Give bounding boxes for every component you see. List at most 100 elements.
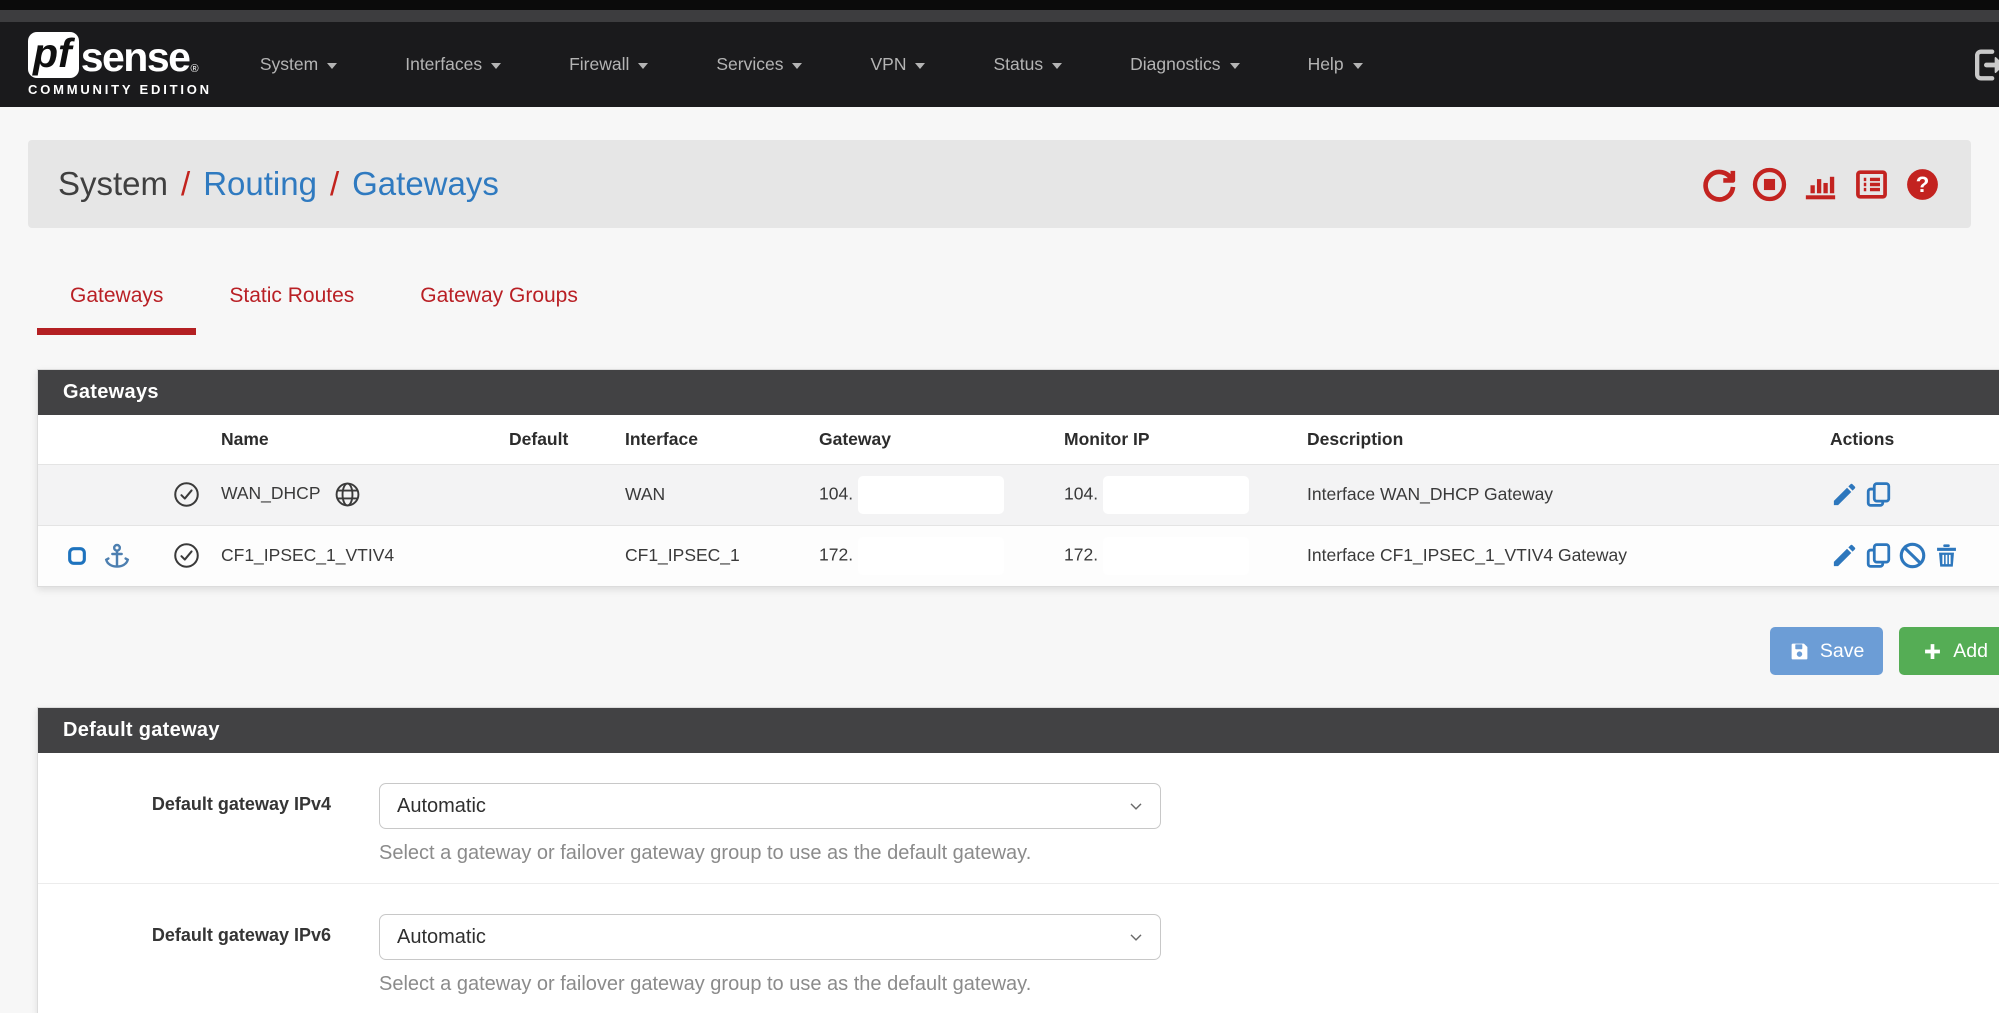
col-monitor-ip: Monitor IP bbox=[1052, 415, 1295, 464]
default-cell bbox=[497, 464, 613, 525]
chevron-down-icon bbox=[792, 63, 802, 69]
chevron-down-icon bbox=[1126, 796, 1146, 816]
col-actions: Actions bbox=[1818, 415, 1999, 464]
gateway-cell: 104. bbox=[807, 464, 1052, 525]
top-strip bbox=[0, 0, 1999, 10]
table-header-row: Name Default Interface Gateway Monitor I… bbox=[38, 415, 1999, 464]
nav-item-system[interactable]: System bbox=[226, 54, 371, 75]
default-gateway-panel-title: Default gateway bbox=[38, 708, 1999, 753]
plus-icon bbox=[1922, 641, 1943, 662]
breadcrumb-bar: System / Routing / Gateways bbox=[28, 140, 1971, 228]
gateways-panel: Gateways Name Default Interface Gateway … bbox=[37, 369, 1999, 587]
default-gateway-ipv4-select[interactable]: Automatic bbox=[379, 783, 1161, 829]
col-gateway: Gateway bbox=[807, 415, 1052, 464]
nav-item-firewall[interactable]: Firewall bbox=[535, 54, 682, 75]
logo-sense: sense bbox=[81, 37, 190, 78]
button-row: Save Add bbox=[0, 627, 1999, 675]
breadcrumb-separator: / bbox=[317, 165, 352, 203]
row-actions bbox=[1830, 541, 1999, 570]
copy-icon[interactable] bbox=[1864, 541, 1893, 570]
check-circle-icon bbox=[173, 542, 200, 569]
form-row-ipv4: Default gateway IPv4 Automatic Select a … bbox=[38, 753, 1999, 884]
navbar: pf sense ® COMMUNITY EDITION System Inte… bbox=[0, 22, 1999, 107]
description-cell: Interface CF1_IPSEC_1_VTIV4 Gateway bbox=[1295, 525, 1818, 586]
nav-menu: System Interfaces Firewall Services VPN … bbox=[226, 54, 1397, 75]
col-status bbox=[161, 415, 209, 464]
square-icon bbox=[66, 545, 88, 567]
redacted-ip bbox=[1103, 537, 1249, 575]
default-gateway-ipv6-label: Default gateway IPv6 bbox=[38, 914, 331, 946]
chevron-down-icon bbox=[1052, 63, 1062, 69]
stop-icon[interactable] bbox=[1751, 166, 1788, 203]
copy-icon[interactable] bbox=[1864, 480, 1893, 509]
globe-icon bbox=[334, 481, 361, 508]
tab-bar: Gateways Static Routes Gateway Groups bbox=[37, 282, 1999, 335]
col-markers bbox=[38, 415, 161, 464]
top-strip-secondary bbox=[0, 10, 1999, 22]
tab-static-routes[interactable]: Static Routes bbox=[196, 282, 387, 335]
chevron-down-icon bbox=[1230, 63, 1240, 69]
nav-item-vpn[interactable]: VPN bbox=[836, 54, 959, 75]
nav-item-diagnostics[interactable]: Diagnostics bbox=[1096, 54, 1273, 75]
logo-pf: pf bbox=[28, 32, 79, 78]
disable-icon[interactable] bbox=[1898, 541, 1927, 570]
page-toolbar: ? bbox=[1700, 166, 1941, 203]
gateways-table: Name Default Interface Gateway Monitor I… bbox=[38, 415, 1999, 586]
nav-item-services[interactable]: Services bbox=[682, 54, 836, 75]
anchor-icon bbox=[103, 542, 131, 570]
redacted-ip bbox=[1103, 476, 1249, 514]
table-row-wan-dhcp: WAN_DHCP WAN 104. 104. Interface WAN_DHC… bbox=[38, 464, 1999, 525]
edit-icon[interactable] bbox=[1830, 480, 1859, 509]
logo-subtitle: COMMUNITY EDITION bbox=[28, 82, 212, 97]
ipv4-hint-text: Select a gateway or failover gateway gro… bbox=[379, 842, 1999, 865]
gateways-panel-title: Gateways bbox=[38, 370, 1999, 415]
table-row-cf1-ipsec: CF1_IPSEC_1_VTIV4 CF1_IPSEC_1 172. 172. … bbox=[38, 525, 1999, 586]
svg-text:?: ? bbox=[1916, 172, 1930, 197]
chevron-down-icon bbox=[1353, 63, 1363, 69]
logo-registered-mark: ® bbox=[190, 63, 198, 75]
col-description: Description bbox=[1295, 415, 1818, 464]
breadcrumb-system: System bbox=[58, 165, 168, 203]
log-icon[interactable] bbox=[1853, 166, 1890, 203]
breadcrumb-routing[interactable]: Routing bbox=[203, 165, 317, 203]
refresh-icon[interactable] bbox=[1700, 166, 1737, 203]
gateway-name: WAN_DHCP bbox=[221, 483, 320, 503]
edit-icon[interactable] bbox=[1830, 541, 1859, 570]
nav-item-help[interactable]: Help bbox=[1274, 54, 1397, 75]
ipv6-hint-text: Select a gateway or failover gateway gro… bbox=[379, 973, 1999, 996]
chevron-down-icon bbox=[327, 63, 337, 69]
help-icon[interactable]: ? bbox=[1904, 166, 1941, 203]
nav-item-status[interactable]: Status bbox=[959, 54, 1096, 75]
chevron-down-icon bbox=[638, 63, 648, 69]
monitor-graph-icon[interactable] bbox=[1802, 166, 1839, 203]
col-default: Default bbox=[497, 415, 613, 464]
gateway-name: CF1_IPSEC_1_VTIV4 bbox=[209, 525, 497, 586]
form-row-ipv6: Default gateway IPv6 Automatic Select a … bbox=[38, 884, 1999, 1013]
row-actions bbox=[1830, 480, 1999, 509]
chevron-down-icon bbox=[1126, 927, 1146, 947]
pfsense-logo[interactable]: pf sense ® COMMUNITY EDITION bbox=[28, 32, 212, 97]
delete-icon[interactable] bbox=[1932, 541, 1961, 570]
interface-cell: CF1_IPSEC_1 bbox=[613, 525, 807, 586]
interface-cell: WAN bbox=[613, 464, 807, 525]
sign-out-icon[interactable] bbox=[1968, 45, 1999, 85]
gateway-cell: 172. bbox=[807, 525, 1052, 586]
col-interface: Interface bbox=[613, 415, 807, 464]
default-gateway-ipv6-select[interactable]: Automatic bbox=[379, 914, 1161, 960]
add-button[interactable]: Add bbox=[1899, 627, 1999, 675]
col-name: Name bbox=[209, 415, 497, 464]
monitor-ip-cell: 172. bbox=[1052, 525, 1295, 586]
breadcrumb-gateways[interactable]: Gateways bbox=[352, 165, 499, 203]
default-gateway-panel: Default gateway Default gateway IPv4 Aut… bbox=[37, 707, 1999, 1013]
chevron-down-icon bbox=[491, 63, 501, 69]
redacted-ip bbox=[858, 537, 1004, 575]
save-icon bbox=[1789, 641, 1810, 662]
monitor-ip-cell: 104. bbox=[1052, 464, 1295, 525]
tab-gateway-groups[interactable]: Gateway Groups bbox=[387, 282, 611, 335]
save-button[interactable]: Save bbox=[1770, 627, 1883, 675]
nav-item-interfaces[interactable]: Interfaces bbox=[371, 54, 535, 75]
tab-gateways[interactable]: Gateways bbox=[37, 282, 196, 335]
default-gateway-ipv4-label: Default gateway IPv4 bbox=[38, 783, 331, 815]
chevron-down-icon bbox=[915, 63, 925, 69]
check-circle-icon bbox=[173, 481, 200, 508]
